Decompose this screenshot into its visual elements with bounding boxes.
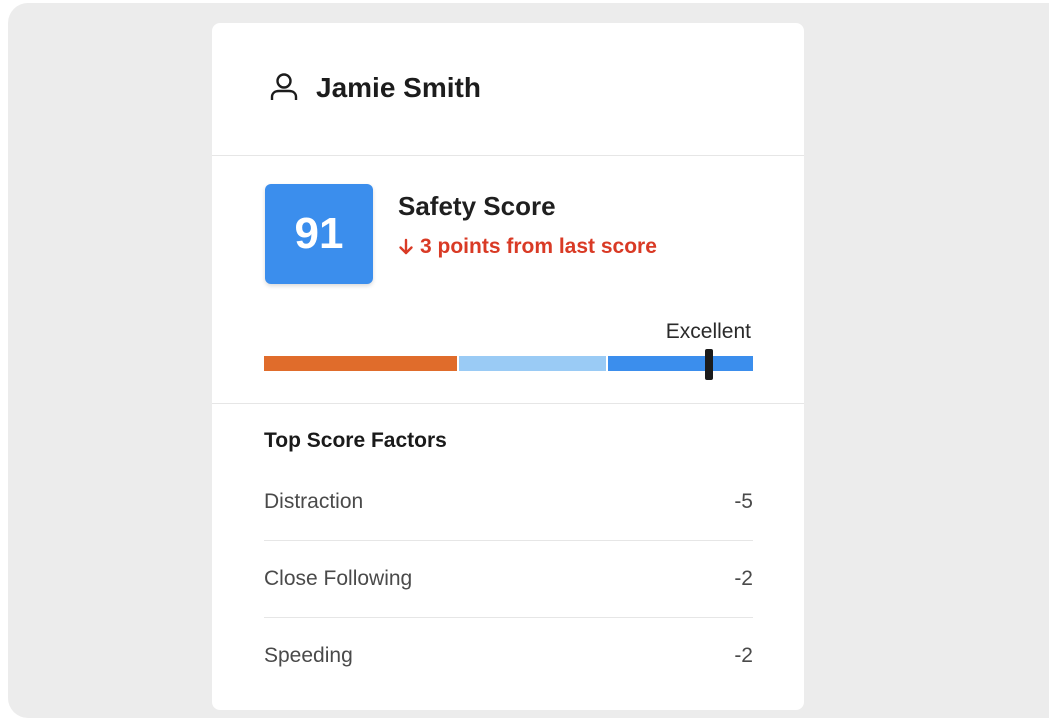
arrow-down-icon <box>399 238 413 255</box>
score-factors: Top Score Factors Distraction -5 Close F… <box>264 428 753 694</box>
score-value: 91 <box>294 209 344 258</box>
user-name: Jamie Smith <box>316 72 481 103</box>
score-section: 91 Safety Score 3 points from last score… <box>212 156 804 404</box>
factor-value: -2 <box>734 567 753 590</box>
factor-label: Distraction <box>264 490 364 513</box>
card-header: Jamie Smith <box>212 23 804 156</box>
score-change-text: 3 points from last score <box>420 235 657 258</box>
score-change: 3 points from last score <box>398 234 657 260</box>
factor-row: Distraction -5 <box>264 464 753 541</box>
page-background: Jamie Smith 91 Safety Score 3 points fro… <box>8 3 1049 718</box>
driver-score-card: Jamie Smith 91 Safety Score 3 points fro… <box>212 23 804 710</box>
score-range-bar <box>264 356 753 371</box>
score-value-box: 91 <box>265 184 373 284</box>
rating-label: Excellent <box>665 320 751 343</box>
factor-label: Speeding <box>264 644 353 667</box>
user-icon <box>270 73 298 100</box>
factor-row: Speeding -2 <box>264 618 753 694</box>
factor-row: Close Following -2 <box>264 541 753 618</box>
factors-title: Top Score Factors <box>264 429 447 452</box>
score-marker <box>704 349 713 380</box>
range-segment-mid <box>459 356 606 371</box>
range-segment-high <box>608 356 753 371</box>
factor-value: -2 <box>734 644 753 667</box>
range-segment-low <box>264 356 457 371</box>
factor-value: -5 <box>734 490 753 513</box>
factor-label: Close Following <box>264 567 413 590</box>
score-title: Safety Score <box>398 191 556 221</box>
